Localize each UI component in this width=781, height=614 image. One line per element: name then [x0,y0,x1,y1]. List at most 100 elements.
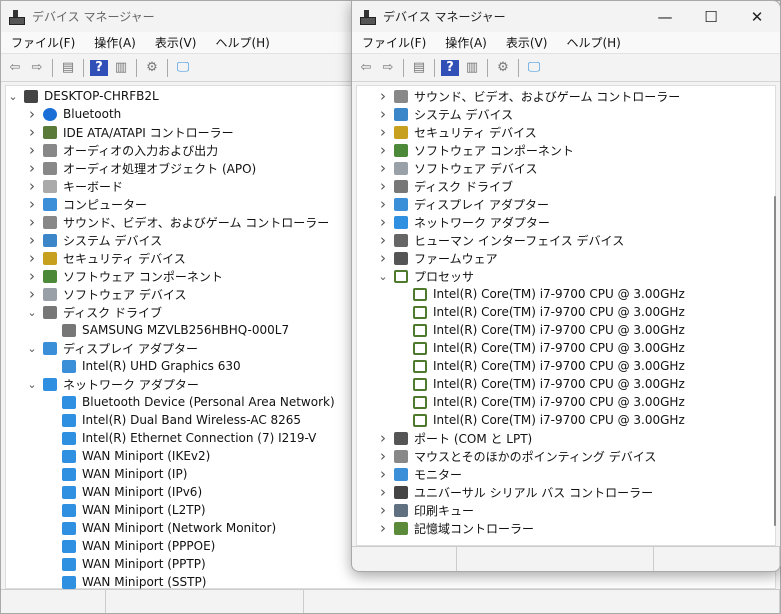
tree-item[interactable]: › ポート (COM と LPT) [376,429,532,447]
tree-item[interactable]: › オーディオ処理オブジェクト (APO) [25,159,256,177]
chevron-right-icon[interactable]: › [376,231,390,249]
close-button[interactable]: ✕ [734,8,780,26]
chevron-down-icon[interactable]: ⌄ [376,270,390,283]
menu-file[interactable]: ファイル(F) [362,34,426,51]
tree-item[interactable]: › ソフトウェア デバイス [25,285,186,303]
tree-item[interactable]: Intel(R) Core(TM) i7-9700 CPU @ 3.00GHz [395,393,685,411]
tree-item[interactable]: › セキュリティ デバイス [25,249,186,267]
tree-item[interactable]: › 印刷キュー [376,501,474,519]
chevron-right-icon[interactable]: › [376,213,390,231]
chevron-down-icon[interactable]: ⌄ [25,378,39,391]
chevron-down-icon[interactable]: ⌄ [25,306,39,319]
chevron-right-icon[interactable]: › [376,483,390,501]
tree-item[interactable]: Intel(R) Ethernet Connection (7) I219-V [44,429,316,447]
tree-item[interactable]: › ファームウェア [376,249,498,267]
tree-item[interactable]: Intel(R) Core(TM) i7-9700 CPU @ 3.00GHz [395,321,685,339]
tree-item[interactable]: Intel(R) Core(TM) i7-9700 CPU @ 3.00GHz [395,375,685,393]
chevron-right-icon[interactable]: › [376,141,390,159]
tree-item[interactable]: Bluetooth Device (Personal Area Network) [44,393,335,411]
tree-item[interactable]: WAN Miniport (PPPOE) [44,537,215,555]
tree-item[interactable]: › 記憶域コントローラー [376,519,534,537]
tree-item[interactable]: › システム デバイス [25,231,162,249]
menu-file[interactable]: ファイル(F) [11,34,75,51]
tree-item[interactable]: › ディスプレイ アダプター [376,195,549,213]
menu-action[interactable]: 操作(A) [94,34,136,51]
tree-item[interactable]: › ヒューマン インターフェイス デバイス [376,231,624,249]
forward-arrow-icon[interactable]: ⇨ [379,60,397,76]
action-pane-icon[interactable]: ▥ [463,60,481,76]
chevron-down-icon[interactable]: ⌄ [6,90,20,103]
chevron-right-icon[interactable]: › [25,267,39,285]
tree-item[interactable]: Intel(R) Core(TM) i7-9700 CPU @ 3.00GHz [395,303,685,321]
chevron-right-icon[interactable]: › [25,105,39,123]
tree-root[interactable]: ⌄ DESKTOP-CHRFB2L [6,87,158,105]
tree-item[interactable]: Intel(R) Core(TM) i7-9700 CPU @ 3.00GHz [395,285,685,303]
tree-item[interactable]: › オーディオの入力および出力 [25,141,218,159]
forward-arrow-icon[interactable]: ⇨ [28,60,46,76]
tree-item[interactable]: › セキュリティ デバイス [376,123,537,141]
tree-item[interactable]: › キーボード [25,177,123,195]
tree-item[interactable]: Intel(R) Core(TM) i7-9700 CPU @ 3.00GHz [395,411,685,429]
chevron-right-icon[interactable]: › [376,195,390,213]
menu-view[interactable]: 表示(V) [506,34,548,51]
tree-item[interactable]: Intel(R) Dual Band Wireless-AC 8265 [44,411,301,429]
tree-item[interactable]: › ディスク ドライブ [376,177,513,195]
tree-item[interactable]: ⌄ ディスプレイ アダプター [25,339,198,357]
tree-item[interactable]: SAMSUNG MZVLB256HBHQ-000L7 [44,321,289,339]
show-hide-console-tree-icon[interactable]: ▤ [410,60,428,76]
back-arrow-icon[interactable]: ⇦ [357,60,375,76]
menu-view[interactable]: 表示(V) [155,34,197,51]
tree-item[interactable]: ⌄ ディスク ドライブ [25,303,162,321]
chevron-right-icon[interactable]: › [376,465,390,483]
chevron-right-icon[interactable]: › [376,177,390,195]
tree-item[interactable]: › ユニバーサル シリアル バス コントローラー [376,483,653,501]
minimize-button[interactable]: — [642,8,688,26]
device-tree[interactable]: › サウンド、ビデオ、およびゲーム コントローラー › システム デバイス › セキュリテ… [356,85,776,546]
chevron-down-icon[interactable]: ⌄ [25,342,39,355]
chevron-right-icon[interactable]: › [376,159,390,177]
update-driver-icon[interactable]: ⚙ [494,60,512,76]
tree-item[interactable]: WAN Miniport (Network Monitor) [44,519,276,537]
tree-item[interactable]: WAN Miniport (IKEv2) [44,447,210,465]
chevron-right-icon[interactable]: › [25,177,39,195]
chevron-right-icon[interactable]: › [376,249,390,267]
tree-item[interactable]: Intel(R) Core(TM) i7-9700 CPU @ 3.00GHz [395,357,685,375]
tree-item[interactable]: WAN Miniport (IPv6) [44,483,202,501]
chevron-right-icon[interactable]: › [25,213,39,231]
chevron-right-icon[interactable]: › [25,123,39,141]
tree-item[interactable]: › ソフトウェア コンポーネント [25,267,223,285]
back-arrow-icon[interactable]: ⇦ [6,60,24,76]
help-icon[interactable]: ? [90,59,108,76]
tree-item[interactable]: › コンピューター [25,195,147,213]
tree-item[interactable]: › Bluetooth [25,105,121,123]
tree-item[interactable]: › ソフトウェア デバイス [376,159,537,177]
menu-help[interactable]: ヘルプ(H) [566,34,620,51]
tree-item[interactable]: › ネットワーク アダプター [376,213,550,231]
action-pane-icon[interactable]: ▥ [112,60,130,76]
chevron-right-icon[interactable]: › [25,231,39,249]
tree-item[interactable]: › モニター [376,465,462,483]
tree-item[interactable]: › IDE ATA/ATAPI コントローラー [25,123,234,141]
menu-action[interactable]: 操作(A) [445,34,487,51]
tree-item[interactable]: WAN Miniport (IP) [44,465,187,483]
scan-hardware-icon[interactable]: 🖵 [174,60,192,76]
update-driver-icon[interactable]: ⚙ [143,60,161,76]
tree-item[interactable]: › サウンド、ビデオ、およびゲーム コントローラー [376,87,680,105]
chevron-right-icon[interactable]: › [25,141,39,159]
chevron-right-icon[interactable]: › [376,123,390,141]
tree-item[interactable]: › サウンド、ビデオ、およびゲーム コントローラー [25,213,329,231]
chevron-right-icon[interactable]: › [25,195,39,213]
tree-item[interactable]: Intel(R) UHD Graphics 630 [44,357,241,375]
chevron-right-icon[interactable]: › [376,87,390,105]
chevron-right-icon[interactable]: › [376,501,390,519]
chevron-right-icon[interactable]: › [376,429,390,447]
tree-item[interactable]: ⌄ ネットワーク アダプター [25,375,199,393]
help-icon[interactable]: ? [441,59,459,76]
tree-item[interactable]: ⌄ プロセッサ [376,267,474,285]
tree-item[interactable]: Intel(R) Core(TM) i7-9700 CPU @ 3.00GHz [395,339,685,357]
tree-item[interactable]: › マウスとそのほかのポインティング デバイス [376,447,656,465]
tree-item[interactable]: › システム デバイス [376,105,513,123]
scan-hardware-icon[interactable]: 🖵 [525,60,543,76]
vertical-scrollbar[interactable] [774,196,776,526]
tree-item[interactable]: WAN Miniport (L2TP) [44,501,206,519]
